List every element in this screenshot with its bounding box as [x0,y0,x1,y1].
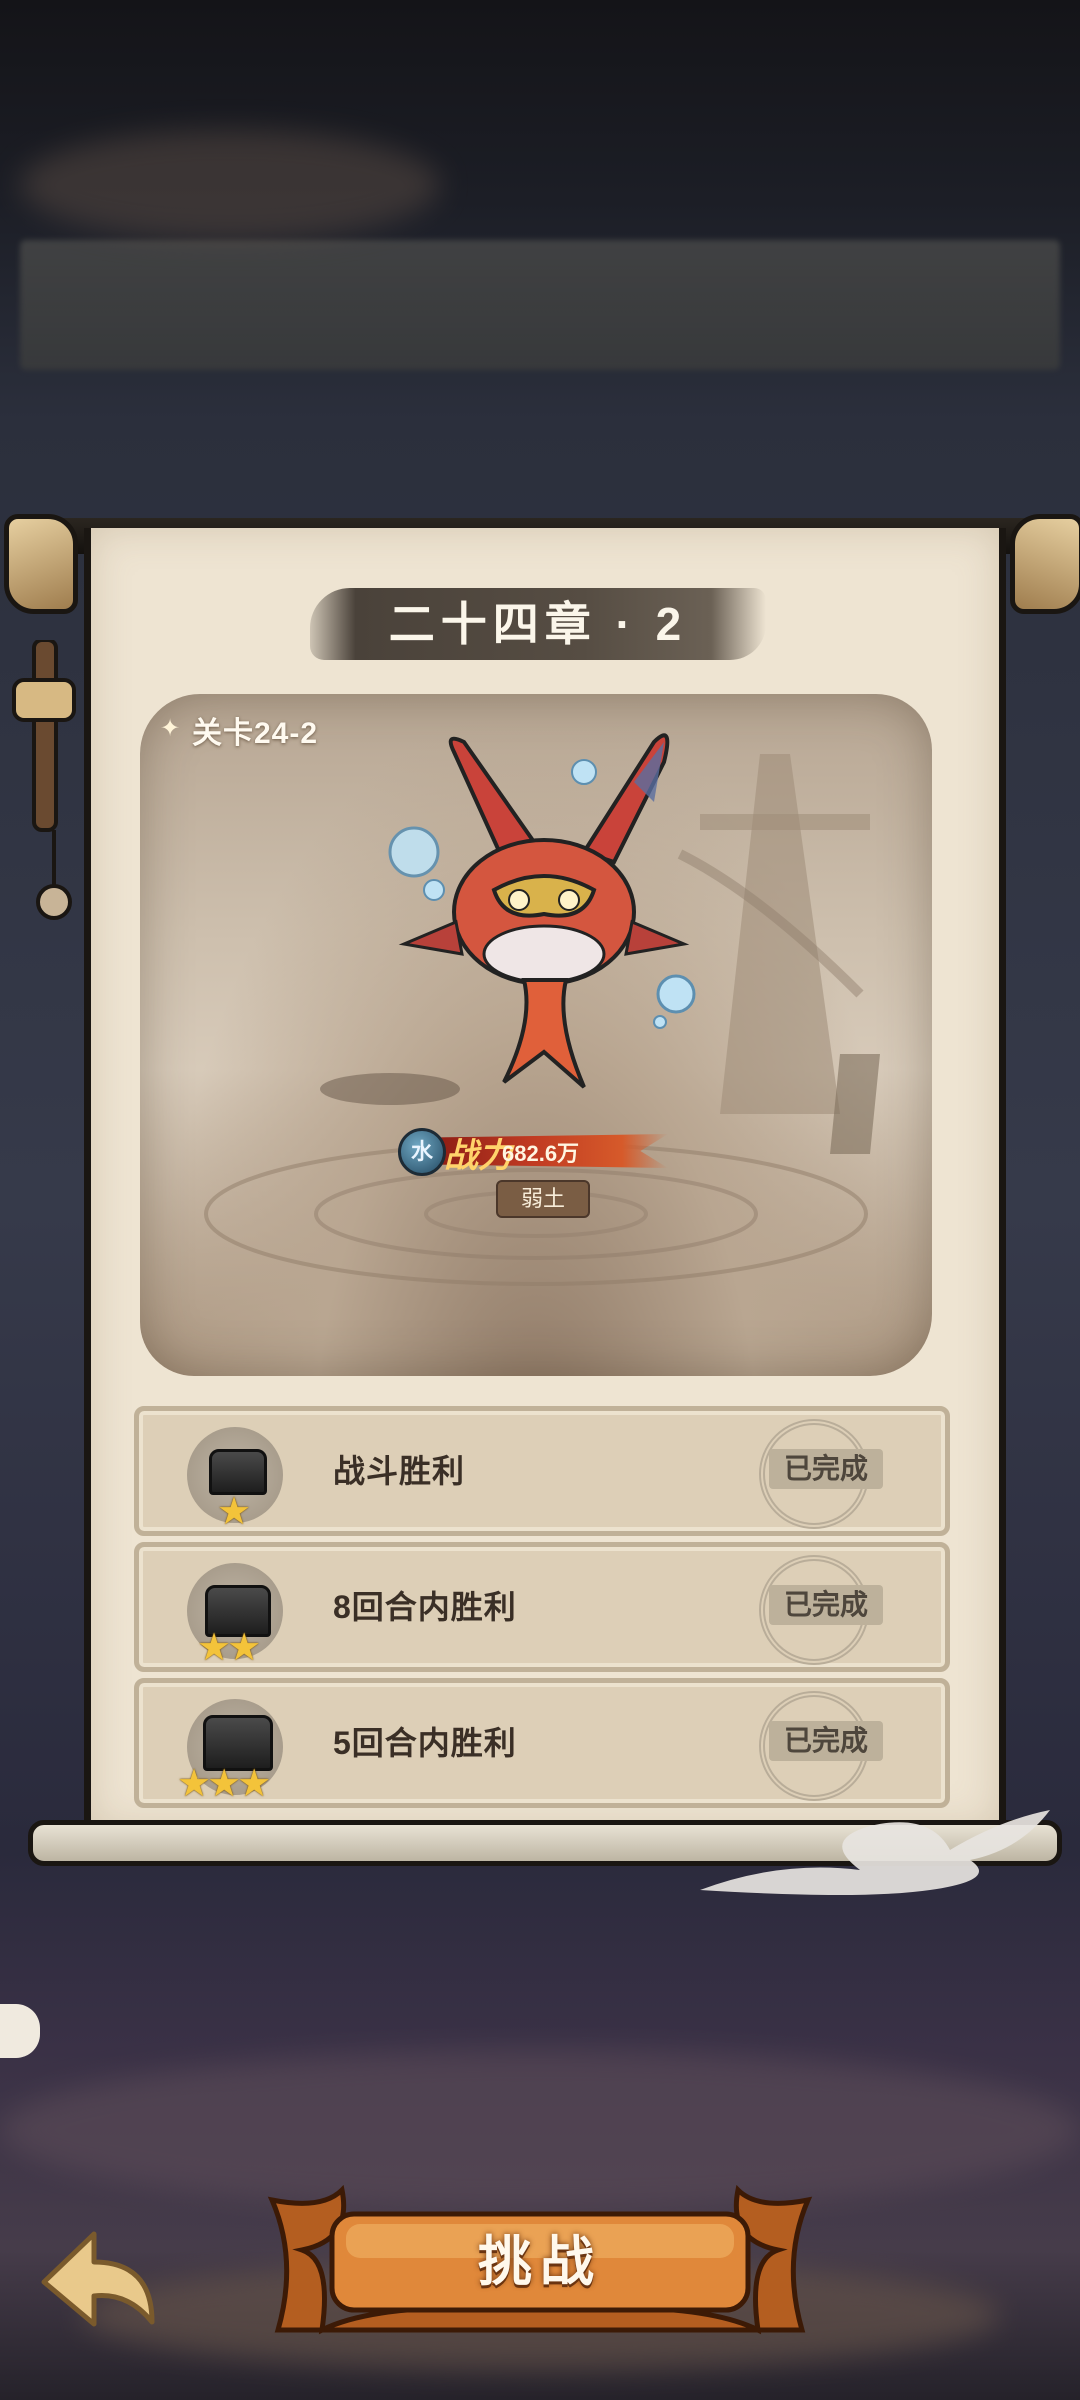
objective-text: 战斗胜利 [333,1453,466,1489]
water-element-icon: 水 [398,1128,446,1176]
objective-row: ★★ 8回合内胜利 已完成 [134,1542,950,1672]
trait-tag: 弱土 [496,1180,590,1218]
star-rating-icon: ★★ [197,1627,261,1669]
back-arrow-icon[interactable] [32,2212,162,2342]
enemy-power: 水 战力 682.6万 [398,1128,670,1176]
objective-status: 已完成 [769,1449,883,1489]
power-value: 682.6万 [502,1141,580,1166]
objective-status: 已完成 [769,1721,883,1761]
scroll-cap-left [4,514,78,614]
challenge-button[interactable]: 挑战 [262,2212,818,2312]
sword-tassel-ornament [12,640,76,920]
background-blob [20,130,440,240]
stage-label: 关卡24-2 [192,717,319,750]
objective-text: 8回合内胜利 [333,1589,517,1625]
stage-preview [140,694,932,1376]
star-rating-icon: ★ [217,1491,251,1533]
background-toolbar [20,240,1060,370]
objective-status: 已完成 [769,1585,883,1625]
star-rating-icon: ★★★ [177,1763,271,1805]
cloud-swirl-decoration [700,1810,1050,1895]
chapter-title: 二十四章 · 2 [388,598,688,650]
scroll-cap-right [1010,514,1080,614]
sparkle-icon: ✦ [160,715,181,742]
objective-row: ★ 战斗胜利 已完成 [134,1406,950,1536]
objective-text: 5回合内胜利 [333,1725,517,1761]
enemy-goldfish-sprite [388,733,696,1089]
objective-row: ★★★ 5回合内胜利 已完成 [134,1678,950,1808]
